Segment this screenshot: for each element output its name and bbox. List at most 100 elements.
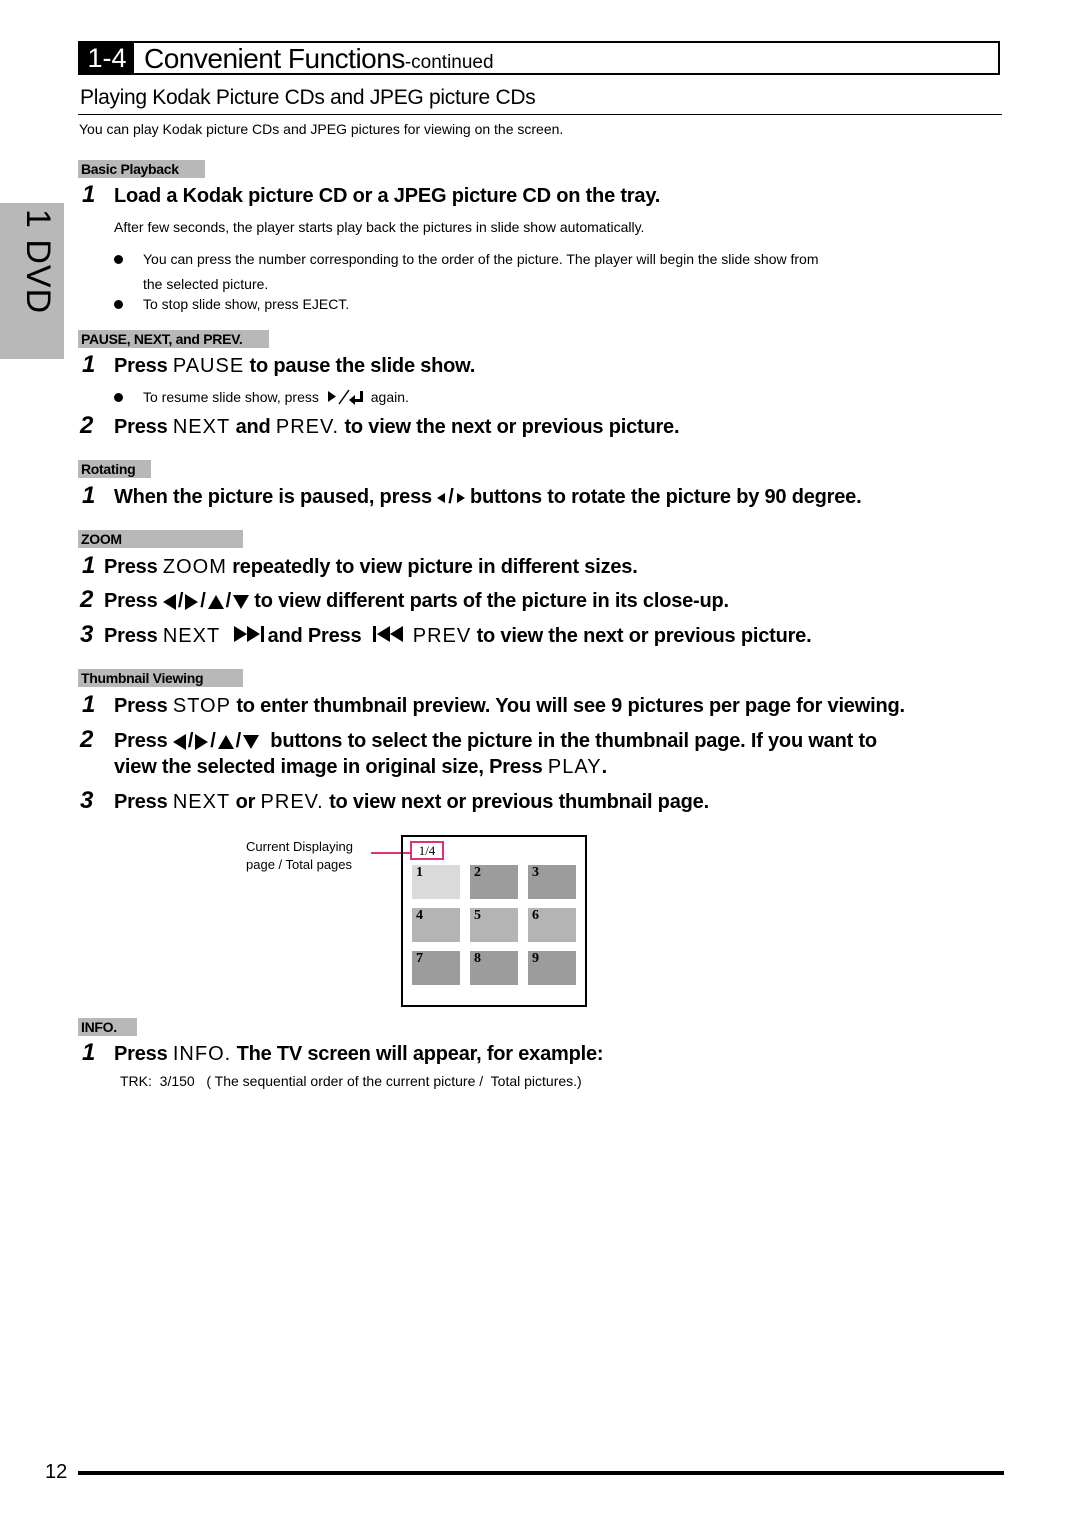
bullet-text: again. [370,389,409,406]
separator: / [187,730,194,752]
play-enter-icon [327,388,367,409]
section-title-suffix: -continued [404,52,494,73]
step-number: 1 [82,552,96,579]
left-arrow-icon [172,733,186,750]
left-arrow-icon [162,593,176,610]
bullet-icon [114,393,123,402]
step-text: Press [114,791,168,813]
right-arrow-icon [195,733,209,750]
section-number: 1-4 [80,43,134,73]
thumbnail-cell: 5 [470,908,518,942]
step-text: view the selected image in original size… [114,756,543,778]
key-next: NEXT [172,416,231,438]
thumbnail-cell: 8 [470,951,518,985]
thumbnail-step-2: 2 Press / / / buttons to select the picture… [80,726,877,754]
zoom-step-2: 2 Press / / / to view different parts of th… [80,586,729,614]
step-text: to view different parts of the picture i… [254,590,729,612]
key-play: PLAY [547,756,602,778]
chapter-side-tab: 1 DVD [0,203,64,359]
step-text: repeatedly to view picture in different … [232,556,638,578]
zoom-step-1: 1 Press ZOOM repeatedly to view picture i… [82,552,638,580]
tag-thumbnail-viewing: Thumbnail Viewing [78,669,243,687]
step-text: and Press [267,625,362,647]
step-number: 2 [80,726,94,753]
down-arrow-icon [242,734,259,749]
basic-bullet-2: To stop slide show, press EJECT. [114,296,349,312]
step-text: When the picture is paused, press [114,486,432,508]
section-title: Convenient Functions-continued [144,43,494,74]
key-next: NEXT [162,625,221,647]
right-arrow-icon [185,593,199,610]
step-text: Press [114,730,168,752]
up-arrow-icon [217,734,234,749]
step-text: Press [114,695,168,717]
footer-rule [78,1471,1004,1475]
page-indicator: 1/4 [410,841,444,860]
key-stop: STOP [172,695,231,717]
step-number: 1 [82,181,96,208]
step-number: 1 [82,351,96,378]
thumbnail-step-2-cont: view the selected image in original size… [114,756,607,779]
step-text: . [601,756,608,778]
tag-zoom: ZOOM [78,530,243,548]
left-arrow-icon [437,492,446,503]
thumbnail-cell: 1 [412,865,460,899]
separator: / [225,590,232,612]
step-text: to view the next or previous picture. [476,625,812,647]
step-text: buttons to select the picture in the thu… [270,730,877,752]
step-text: and [235,416,271,438]
step-text: to enter thumbnail preview. You will see… [236,695,905,717]
key-prev: PREV [412,625,472,647]
step-text: Press [114,416,168,438]
separator: / [210,730,216,752]
key-next: NEXT [172,791,231,813]
pause-step-2: 2 Press NEXT and PREV. to view the next o… [80,412,680,440]
separator: / [200,590,206,612]
info-step-1: 1 Press INFO. The TV screen will appear, … [82,1039,604,1067]
step-text: Press [104,590,158,612]
step-text: to view next or previous thumbnail page. [329,791,709,813]
page-subtitle: Playing Kodak Picture CDs and JPEG pictu… [80,86,536,109]
step-text: Load a Kodak picture CD or a JPEG pictur… [114,185,661,207]
thumbnail-cell: 2 [470,865,518,899]
step-number: 1 [82,691,96,718]
step-text: The TV screen will appear, for example: [236,1043,604,1065]
key-prev: PREV. [275,416,340,438]
step-text: to view the next or previous picture. [344,416,680,438]
callout-line-2: page / Total pages [246,857,353,872]
subtitle-divider [78,114,1002,115]
bullet-text: To stop slide show, press EJECT. [143,296,350,312]
step-number: 3 [80,621,94,648]
basic-bullet-1: You can press the number corresponding t… [114,251,819,267]
step-number: 1 [82,1039,96,1066]
thumbnail-cell: 3 [528,865,576,899]
separator: / [448,486,454,508]
diagram-callout: Current Displaying page / Total pages [246,838,353,874]
tag-rotating: Rotating [78,460,151,478]
basic-description: After few seconds, the player starts pla… [114,219,645,235]
thumbnail-cell: 4 [412,908,460,942]
down-arrow-icon [232,594,249,609]
tag-pause-next-prev: PAUSE, NEXT, and PREV. [78,330,269,348]
separator: / [177,590,184,612]
step-text: buttons to rotate the picture by 90 degr… [470,486,862,508]
thumbnail-step-3: 3 Press NEXT or PREV. to view next or pre… [80,787,709,815]
chapter-label: 1 DVD [19,209,57,315]
page-number: 12 [45,1461,68,1483]
thumbnail-cell: 7 [412,951,460,985]
step-number: 3 [80,787,94,814]
intro-text: You can play Kodak picture CDs and JPEG … [79,121,564,137]
thumbnail-cell: 6 [528,908,576,942]
info-example: TRK: 3/150 ( The sequential order of the… [120,1073,582,1089]
key-prev: PREV. [260,791,324,813]
separator: / [235,730,242,752]
up-arrow-icon [207,594,224,609]
step-text: Press [114,1043,168,1065]
skip-prev-icon [372,625,407,648]
thumbnail-step-1: 1 Press STOP to enter thumbnail preview. … [82,691,905,719]
basic-step-1: 1 Load a Kodak picture CD or a JPEG pictu… [82,181,660,209]
callout-line-1: Current Displaying [246,839,353,854]
tag-info: INFO. [78,1018,137,1036]
bullet-icon [114,254,123,264]
section-header: 1-4 Convenient Functions-continued [78,41,1000,75]
